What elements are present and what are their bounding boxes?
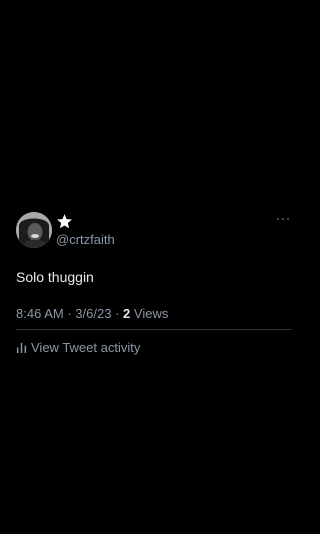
tweet-detail: @crtzfaith Solo thuggin 8:46 AM · 3/6/23… bbox=[0, 0, 300, 534]
star-icon bbox=[57, 214, 72, 229]
meta-separator: · bbox=[115, 306, 120, 321]
avatar-image bbox=[16, 212, 52, 248]
author-handle[interactable]: @crtzfaith bbox=[56, 232, 115, 247]
tweet-text: Solo thuggin bbox=[16, 269, 94, 285]
author-avatar[interactable] bbox=[16, 212, 52, 248]
activity-label: View Tweet activity bbox=[31, 339, 141, 355]
tweet-time: 8:46 AM bbox=[16, 306, 64, 321]
more-horizontal-icon[interactable] bbox=[276, 216, 290, 222]
bar-chart-icon bbox=[16, 342, 27, 353]
view-tweet-activity-link[interactable]: View Tweet activity bbox=[16, 338, 140, 356]
views-count: 2 bbox=[123, 306, 131, 321]
tweet-meta: 8:46 AM · 3/6/23 · 2 Views bbox=[16, 306, 168, 321]
divider bbox=[16, 329, 292, 330]
tweet-date: 3/6/23 bbox=[75, 306, 112, 321]
meta-separator: · bbox=[67, 306, 72, 321]
views-label[interactable]: Views bbox=[134, 306, 168, 321]
